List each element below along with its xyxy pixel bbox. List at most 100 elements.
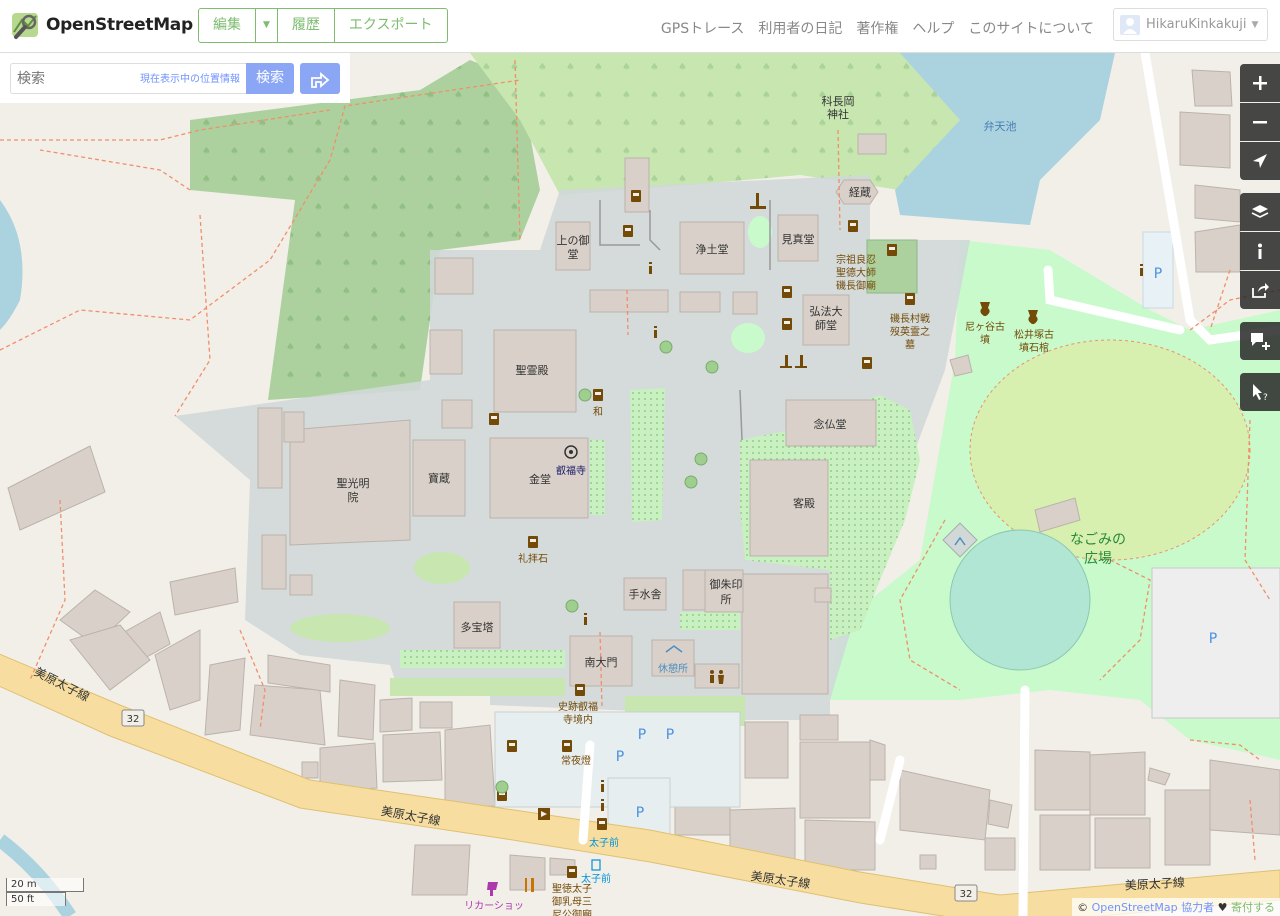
layers-button[interactable] <box>1240 193 1280 231</box>
directions-button[interactable] <box>300 63 340 94</box>
export-button[interactable]: エクスポート <box>335 9 447 42</box>
label-shotoku-1: 聖徳太子 <box>552 882 592 895</box>
scale-bar: 20 m 50 ft <box>6 878 84 906</box>
label-nagomi-2: 広場 <box>1084 551 1112 567</box>
donate-link[interactable]: 寄付する <box>1231 901 1275 914</box>
label-shikinaga-2: 歿英霊之 <box>890 325 930 338</box>
edit-button-group: 編集 ▼ 履歴 エクスポート <box>198 8 448 43</box>
osm-link[interactable]: OpenStreetMap <box>1092 901 1178 914</box>
garden-bush-2 <box>290 614 390 642</box>
label-matsui-2: 墳石棺 <box>1019 341 1049 354</box>
shrine-icon-11 <box>528 536 538 548</box>
label-kyukei: 休憩所 <box>658 662 688 675</box>
nav-user-diaries[interactable]: 利用者の日記 <box>758 18 842 38</box>
shrine-icon-7 <box>782 318 792 330</box>
history-button[interactable]: 履歴 <box>278 9 335 42</box>
shrine-icon-9 <box>593 389 603 401</box>
label-shikinaga-3: 墓 <box>905 338 915 351</box>
logo-link[interactable]: OpenStreetMap <box>10 10 193 40</box>
label-liquor: リカーショッ <box>464 900 524 912</box>
where-am-i-link[interactable]: 現在表示中の位置情報 <box>140 70 240 85</box>
query-cursor-icon: ? <box>1253 384 1268 401</box>
top-header: OpenStreetMap 編集 ▼ 履歴 エクスポート GPSトレース 利用者… <box>0 0 1280 53</box>
label-matsui-1: 松井塚古 <box>1014 328 1054 341</box>
shrine-icon-2 <box>623 225 633 237</box>
parking-label-6: P <box>636 805 644 821</box>
nav-help[interactable]: ヘルプ <box>912 18 954 38</box>
share-button[interactable] <box>1240 271 1280 309</box>
label-shrine-1: 科長岡 <box>822 94 855 108</box>
label-shotoku-2: 御乳母三 <box>552 895 592 908</box>
note-add-icon <box>1251 333 1270 350</box>
label-nembutsu: 念仏堂 <box>814 417 847 431</box>
attribution: © OpenStreetMap 協力者 ♥ 寄付する <box>1072 898 1280 916</box>
parking-label-4: P <box>666 727 674 743</box>
scale-imperial: 50 ft <box>6 892 66 906</box>
label-raihai: 礼拝石 <box>518 552 548 565</box>
add-note-button[interactable] <box>1240 322 1280 360</box>
label-route-1: 32 <box>127 714 140 725</box>
heart-icon: ♥ <box>1217 901 1228 914</box>
garden-strip-2 <box>590 440 605 515</box>
label-goshuin-1: 御朱印 <box>710 577 743 591</box>
query-features-button[interactable]: ? <box>1240 373 1280 411</box>
label-shiseki-2: 寺境内 <box>563 713 593 726</box>
shrine-icon-12 <box>575 684 585 696</box>
label-shuso-3: 磯長御廟 <box>836 279 876 292</box>
locate-button[interactable] <box>1240 142 1280 180</box>
label-kenshin: 見真堂 <box>782 232 815 246</box>
label-taishimae-1: 太子前 <box>589 836 619 849</box>
directions-icon <box>311 71 330 88</box>
label-kyozo: 経蔵 <box>849 186 871 199</box>
parking-label-1: P <box>1154 266 1162 282</box>
logo-text: OpenStreetMap <box>46 15 193 35</box>
label-shrine-2: 神社 <box>827 107 849 121</box>
nav-about[interactable]: このサイトについて <box>968 18 1094 38</box>
search-panel: 現在表示中の位置情報 検索 <box>0 53 350 103</box>
label-shuso-2: 聖德大師 <box>836 266 876 279</box>
search-button[interactable]: 検索 <box>246 63 294 94</box>
label-wa: 和 <box>593 406 603 418</box>
label-temizu: 手水舎 <box>629 587 662 601</box>
shrine-icon-17 <box>567 866 577 878</box>
nav-gps-traces[interactable]: GPSトレース <box>661 18 744 38</box>
label-seirei: 聖霊殿 <box>516 364 549 377</box>
secondary-nav: GPSトレース 利用者の日記 著作権 ヘルプ このサイトについて <box>661 18 1094 38</box>
label-eifukuji: 叡福寺 <box>556 464 586 477</box>
green-lawn <box>969 339 1251 561</box>
shrine-icon-13 <box>507 740 517 752</box>
edit-dropdown-caret[interactable]: ▼ <box>256 9 278 42</box>
label-tahoto: 多宝塔 <box>461 620 494 634</box>
label-kobo-1: 弘法大 <box>810 304 843 318</box>
plus-icon <box>1253 76 1267 90</box>
label-road-4: 美原太子線 <box>1124 874 1185 892</box>
zoom-in-button[interactable] <box>1240 64 1280 102</box>
user-menu-button[interactable]: HikaruKinkakuji ▼ <box>1113 8 1268 41</box>
map-key-button[interactable] <box>1240 232 1280 270</box>
edit-button[interactable]: 編集 <box>199 9 256 42</box>
chevron-down-icon: ▼ <box>263 20 270 30</box>
label-jodo: 浄土堂 <box>696 242 729 256</box>
shrine-icon-5 <box>905 293 915 305</box>
user-name: HikaruKinkakuji <box>1146 17 1247 32</box>
parking-label-3: P <box>638 727 646 743</box>
parking-label-2: P <box>1209 631 1217 647</box>
label-goshuin-2: 所 <box>721 593 732 606</box>
garden-bush-1 <box>414 552 470 584</box>
label-nandai: 南大門 <box>585 655 618 669</box>
nav-copyright[interactable]: 著作権 <box>856 18 898 38</box>
contributors-link[interactable]: 協力者 <box>1181 901 1214 914</box>
shrine-icon-3 <box>848 220 858 232</box>
map-canvas[interactable]: ♠ ♠ <box>0 53 1280 916</box>
chevron-down-icon: ▼ <box>1251 19 1259 30</box>
location-arrow-icon <box>1253 154 1267 168</box>
copyright-symbol: © <box>1077 901 1089 914</box>
scale-metric: 20 m <box>6 878 84 892</box>
label-jouyato: 常夜燈 <box>561 754 591 767</box>
garden-strip-6 <box>390 678 565 696</box>
info-icon-3 <box>584 613 587 625</box>
label-shiseki-1: 史跡叡福 <box>558 700 598 713</box>
entrance-icon <box>538 808 550 820</box>
zoom-out-button[interactable] <box>1240 103 1280 141</box>
label-shotoku-3: 尼公御廟 <box>552 908 592 916</box>
